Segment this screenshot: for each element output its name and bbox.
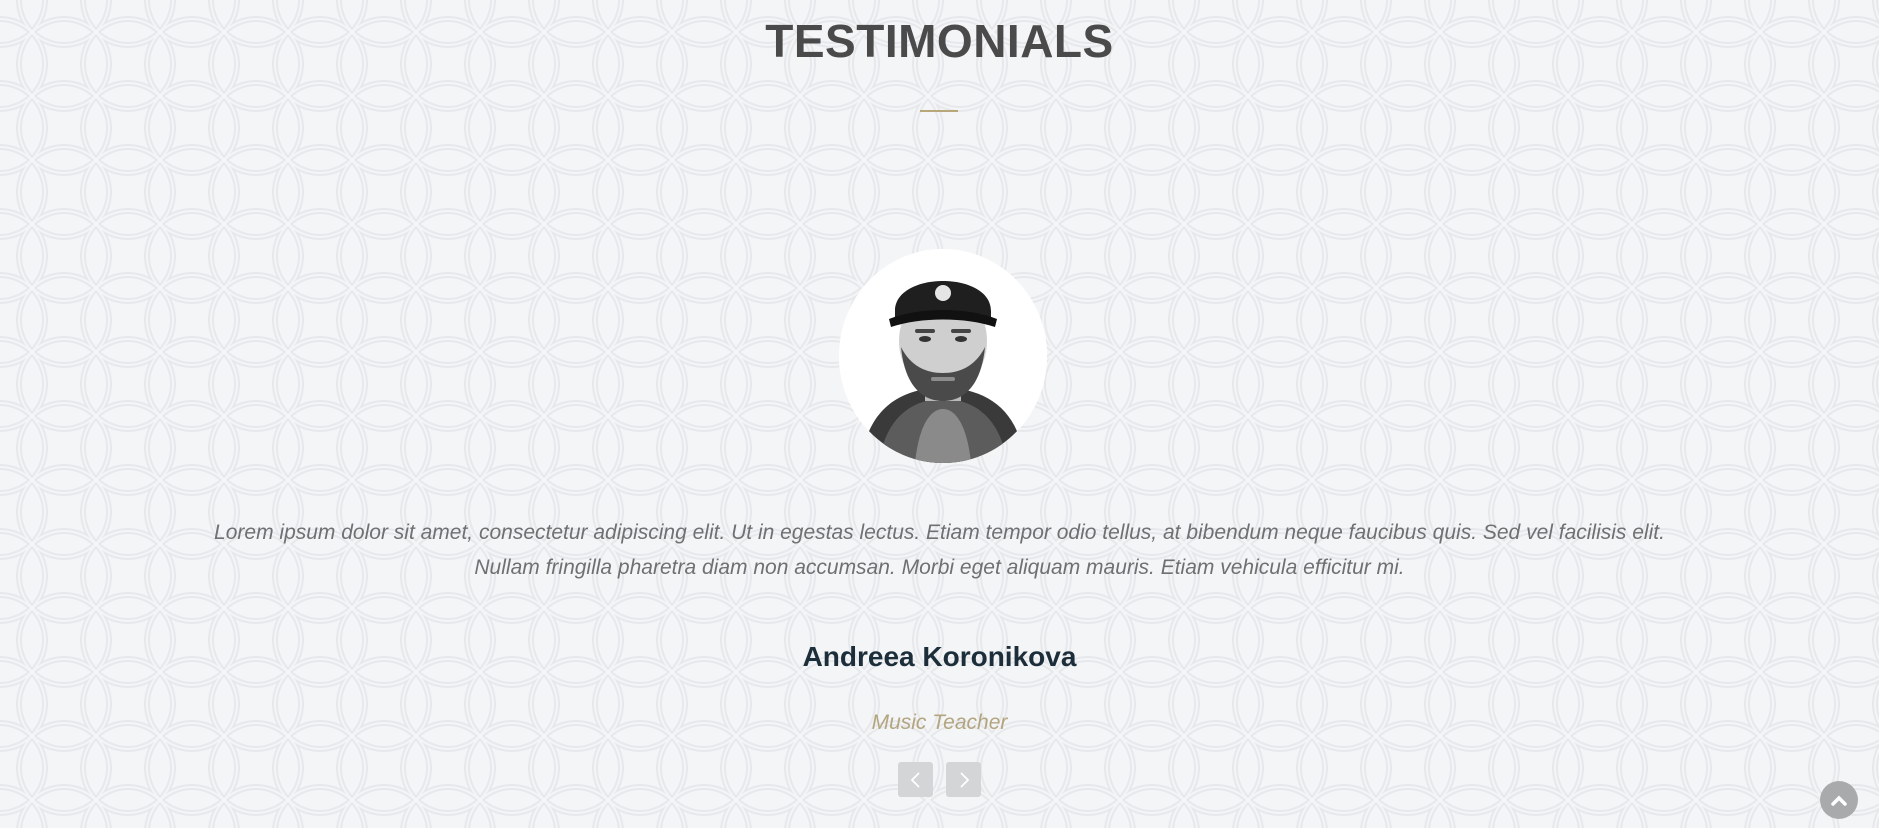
testimonial-avatar <box>839 249 1047 463</box>
prev-testimonial-button[interactable] <box>898 762 933 797</box>
next-testimonial-button[interactable] <box>946 762 981 797</box>
title-divider <box>920 110 958 112</box>
testimonial-author-role: Music Teacher <box>871 711 1008 734</box>
chevron-up-icon <box>1831 795 1847 806</box>
testimonial-author-name: Andreea Koronikova <box>802 641 1077 672</box>
section-title: TESTIMONIALS <box>765 15 1114 67</box>
scroll-to-top-button[interactable] <box>1820 781 1858 819</box>
testimonial-quote: Lorem ipsum dolor sit amet, consectetur … <box>214 521 1665 579</box>
chevron-right-icon <box>959 771 969 788</box>
chevron-left-icon <box>910 771 920 788</box>
